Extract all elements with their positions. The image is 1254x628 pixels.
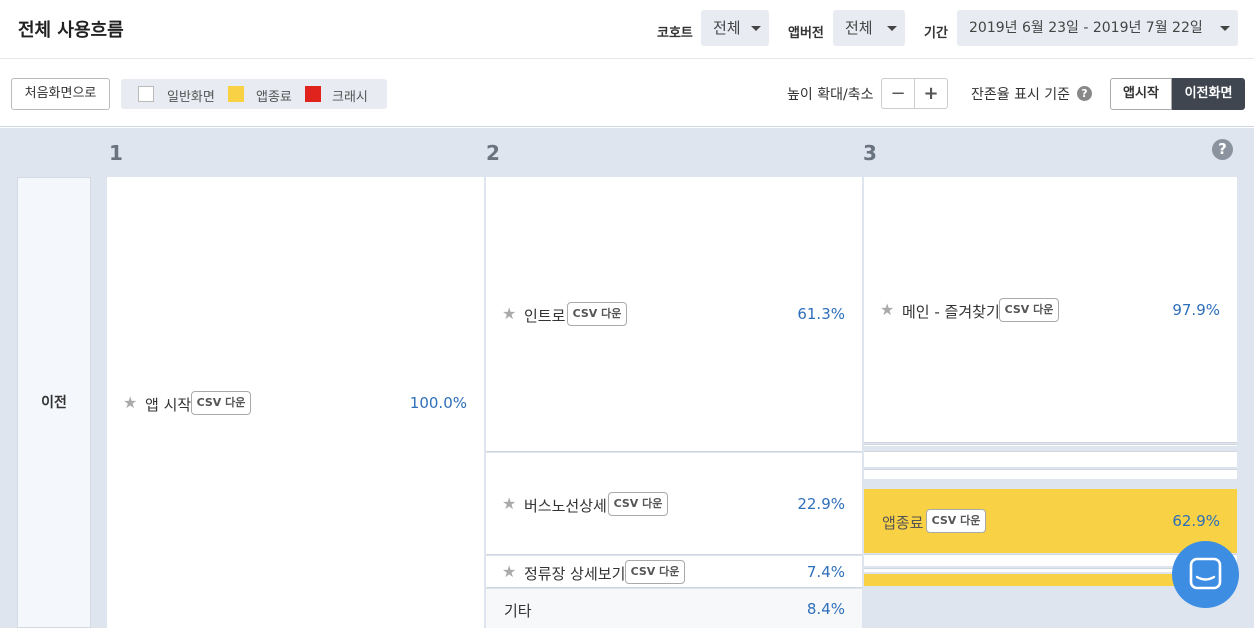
flow-node-thin[interactable] bbox=[864, 469, 1237, 479]
step-number: 3 bbox=[863, 141, 877, 165]
node-name: 기타 bbox=[504, 601, 532, 620]
node-name: 앱종료 bbox=[882, 514, 924, 532]
side-label: 이전 bbox=[41, 395, 67, 411]
star-icon[interactable]: ★ bbox=[502, 494, 516, 513]
node-name: 인트로 bbox=[524, 307, 566, 325]
side-column: 이전 bbox=[17, 177, 91, 628]
chat-launcher-button[interactable] bbox=[1172, 541, 1239, 608]
retention-basis-label: 잔존율 표시 기준 bbox=[971, 87, 1071, 103]
zoom-in-button[interactable]: + bbox=[914, 78, 948, 109]
home-button[interactable]: 처음화면으로 bbox=[11, 78, 110, 110]
csv-download-button[interactable]: CSV 다운 bbox=[608, 491, 668, 516]
step-number: 2 bbox=[486, 141, 500, 165]
node-percent: 8.4% bbox=[806, 599, 845, 618]
star-icon[interactable]: ★ bbox=[502, 562, 516, 581]
flow-node-thin[interactable] bbox=[864, 444, 1237, 446]
node-percent: 97.9% bbox=[1172, 300, 1220, 319]
legend-swatch-exit bbox=[228, 86, 244, 102]
node-name: 버스노선상세 bbox=[524, 496, 607, 515]
chevron-down-icon bbox=[1220, 26, 1230, 31]
legend-label-normal: 일반화면 bbox=[167, 90, 215, 105]
help-icon[interactable]: ? bbox=[1077, 86, 1092, 101]
star-icon[interactable]: ★ bbox=[123, 393, 137, 412]
zoom-out-button[interactable]: − bbox=[881, 78, 915, 109]
node-name: 메인 - 즐겨찾기 bbox=[902, 302, 1000, 321]
help-icon[interactable]: ? bbox=[1212, 139, 1233, 160]
flow-node[interactable]: ★ 앱 시작 CSV 다운 100.0% bbox=[107, 177, 484, 628]
node-percent: 7.4% bbox=[806, 562, 845, 581]
node-percent: 100.0% bbox=[409, 393, 467, 412]
legend-label-crash: 크래시 bbox=[332, 90, 368, 105]
node-name: 정류장 상세보기 bbox=[524, 564, 626, 583]
csv-download-button[interactable]: CSV 다운 bbox=[567, 302, 627, 326]
retention-option-app-start[interactable]: 앱시작 bbox=[1110, 78, 1172, 110]
cohort-value: 전체 bbox=[713, 19, 741, 37]
legend-swatch-normal bbox=[138, 86, 154, 102]
node-percent: 22.9% bbox=[797, 494, 845, 513]
legend: 일반화면 앱종료 크래시 bbox=[121, 79, 387, 109]
flow-area: 1 2 3 ? 이전 ★ 앱 시작 CSV 다운 100.0% ★ 인트로 CS… bbox=[0, 128, 1254, 628]
node-name: 앱 시작 bbox=[145, 395, 192, 414]
period-label: 기간 bbox=[924, 26, 948, 41]
period-value: 2019년 6월 23일 - 2019년 7월 22일 bbox=[969, 20, 1203, 36]
node-percent: 62.9% bbox=[1172, 512, 1220, 530]
chat-icon bbox=[1189, 557, 1222, 590]
flow-node[interactable]: ★ 정류장 상세보기 CSV 다운 7.4% bbox=[486, 556, 862, 588]
cohort-label: 코호트 bbox=[657, 26, 693, 41]
retention-option-previous[interactable]: 이전화면 bbox=[1172, 78, 1245, 110]
app-version-value: 전체 bbox=[845, 19, 873, 37]
flow-column-2: ★ 인트로 CSV 다운 61.3% ★ 버스노선상세 CSV 다운 22.9%… bbox=[486, 177, 862, 628]
csv-download-button[interactable]: CSV 다운 bbox=[191, 390, 251, 415]
step-number: 1 bbox=[109, 141, 123, 165]
chevron-down-icon bbox=[751, 26, 761, 31]
flow-node[interactable]: ★ 메인 - 즐겨찾기 CSV 다운 97.9% bbox=[864, 177, 1237, 443]
app-version-label: 앱버전 bbox=[788, 26, 824, 41]
star-icon[interactable]: ★ bbox=[880, 300, 894, 319]
app-version-select[interactable]: 전체 bbox=[833, 10, 905, 46]
flow-node-other[interactable]: 기타 8.4% bbox=[486, 589, 862, 628]
csv-download-button[interactable]: CSV 다운 bbox=[926, 509, 986, 533]
page-header: 전체 사용흐름 코호트 전체 앱버전 전체 기간 2019년 6월 23일 - … bbox=[0, 0, 1254, 59]
page-title: 전체 사용흐름 bbox=[18, 20, 124, 41]
legend-label-exit: 앱종료 bbox=[256, 90, 292, 105]
flow-column-1: ★ 앱 시작 CSV 다운 100.0% bbox=[107, 177, 484, 628]
toolbar: 처음화면으로 일반화면 앱종료 크래시 높이 확대/축소 − + 잔존율 표시 … bbox=[0, 60, 1254, 127]
period-select[interactable]: 2019년 6월 23일 - 2019년 7월 22일 bbox=[957, 10, 1238, 46]
csv-download-button[interactable]: CSV 다운 bbox=[625, 559, 685, 584]
node-percent: 61.3% bbox=[797, 305, 845, 323]
zoom-label: 높이 확대/축소 bbox=[787, 87, 874, 103]
legend-swatch-crash bbox=[305, 86, 321, 102]
csv-download-button[interactable]: CSV 다운 bbox=[999, 297, 1059, 322]
chevron-down-icon bbox=[887, 26, 897, 31]
star-icon[interactable]: ★ bbox=[502, 304, 516, 323]
flow-node[interactable]: ★ 버스노선상세 CSV 다운 22.9% bbox=[486, 453, 862, 555]
cohort-select[interactable]: 전체 bbox=[701, 10, 769, 46]
flow-node[interactable]: ★ 인트로 CSV 다운 61.3% bbox=[486, 177, 862, 452]
flow-node-thin[interactable] bbox=[864, 451, 1237, 467]
